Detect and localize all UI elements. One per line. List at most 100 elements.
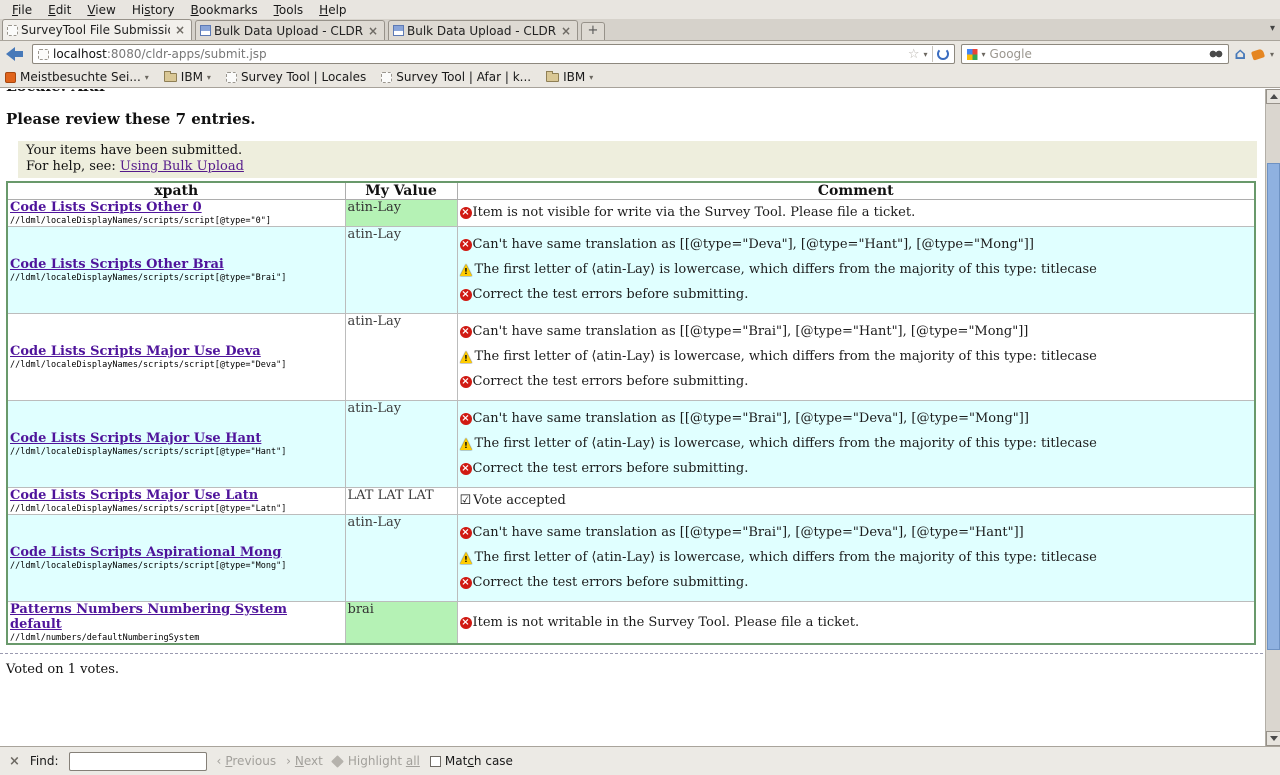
match-case-checkbox[interactable] (430, 756, 441, 767)
search-bar[interactable]: ▾ Google (961, 44, 1229, 64)
cldr-favicon (393, 25, 404, 36)
bookmark-label: Meistbesuchte Sei... (20, 70, 141, 84)
find-next-label: Next (295, 754, 323, 768)
value-cell: atin-Lay (345, 515, 457, 602)
xpath-link[interactable]: Code Lists Scripts Other Brai (10, 257, 224, 272)
tab-close-icon[interactable]: × (366, 24, 380, 38)
table-row: Code Lists Scripts Major Use Deva//ldml/… (7, 314, 1255, 401)
navigation-toolbar: localhost:8080/cldr-apps/submit.jsp ☆ ▾ … (0, 41, 1280, 67)
error-icon: × (460, 577, 472, 589)
bookmark-label: IBM (563, 70, 585, 84)
comment-text: The first letter of ⟨atin-Lay⟩ is lowerc… (475, 550, 1097, 566)
menu-tools[interactable]: Tools (266, 2, 312, 18)
divider (932, 46, 933, 62)
comment-line: ×Correct the test errors before submitti… (460, 374, 1253, 390)
xpath-cell: Code Lists Scripts Aspirational Mong//ld… (7, 515, 345, 602)
bookmark-star-icon[interactable]: ☆ (908, 47, 920, 62)
xpath-string: //ldml/localeDisplayNames/scripts/script… (10, 504, 343, 514)
table-row: Code Lists Scripts Major Use Latn//ldml/… (7, 488, 1255, 515)
tab-1[interactable]: SurveyTool File Submission | ...× (2, 19, 192, 40)
using-bulk-upload-link[interactable]: Using Bulk Upload (120, 159, 244, 174)
search-engine-chevron-icon[interactable]: ▾ (982, 50, 986, 59)
chevron-down-icon: ▾ (207, 73, 211, 82)
scrollbar-thumb[interactable] (1267, 163, 1280, 650)
menu-view[interactable]: View (79, 2, 123, 18)
warning-icon: ! (460, 264, 473, 277)
menu-bookmarks[interactable]: Bookmarks (183, 2, 266, 18)
check-icon: ☑ (460, 493, 472, 508)
xpath-link[interactable]: Code Lists Scripts Major Use Hant (10, 431, 261, 446)
bookmark-survey-tool-locales[interactable]: Survey Tool | Locales (226, 70, 366, 84)
reload-icon[interactable] (937, 48, 949, 60)
error-icon: × (460, 207, 472, 219)
previous-arrow-icon: ‹ (217, 754, 222, 768)
xpath-link[interactable]: Patterns Numbers Numbering System defaul… (10, 602, 287, 632)
xpath-link[interactable]: Code Lists Scripts Major Use Deva (10, 344, 261, 359)
tab-close-icon[interactable]: × (559, 24, 573, 38)
bookmark-ibm[interactable]: IBM▾ (546, 70, 593, 84)
addon-icon[interactable] (1251, 48, 1265, 60)
xpath-link[interactable]: Code Lists Scripts Aspirational Mong (10, 545, 281, 560)
url-bar[interactable]: localhost:8080/cldr-apps/submit.jsp ☆ ▾ (32, 44, 955, 64)
tab-close-icon[interactable]: × (173, 23, 187, 37)
google-engine-icon[interactable] (967, 49, 978, 60)
xpath-cell: Code Lists Scripts Major Use Latn//ldml/… (7, 488, 345, 515)
comment-cell: ×Can't have same translation as [[@type=… (457, 401, 1255, 488)
scroll-up-button[interactable] (1266, 89, 1280, 104)
bookmark-survey-tool-afar-k[interactable]: Survey Tool | Afar | k... (381, 70, 531, 84)
menu-file[interactable]: File (4, 2, 40, 18)
column-header-my-value: My Value (345, 182, 457, 200)
menu-history[interactable]: History (124, 2, 183, 18)
comment-text: Correct the test errors before submittin… (473, 287, 749, 303)
comment-line: ×Correct the test errors before submitti… (460, 461, 1253, 477)
cldr-favicon (200, 25, 211, 36)
find-input[interactable] (69, 752, 207, 771)
down-arrow-icon (1270, 736, 1278, 741)
match-case-toggle[interactable]: Match case (430, 754, 513, 768)
xpath-string: //ldml/localeDisplayNames/scripts/script… (10, 447, 343, 457)
binoculars-search-icon[interactable] (1209, 49, 1223, 59)
find-previous-button[interactable]: ‹Previous (217, 754, 277, 768)
tabs-holder: SurveyTool File Submission | ...×Bulk Da… (2, 19, 581, 40)
xpath-link[interactable]: Code Lists Scripts Major Use Latn (10, 488, 258, 503)
highlight-all-label: Highlight all (348, 754, 420, 768)
highlighter-icon (331, 755, 344, 768)
bookmark-ibm[interactable]: IBM ▾ (164, 70, 211, 84)
scroll-down-button[interactable] (1266, 731, 1280, 746)
find-next-button[interactable]: ›Next (286, 754, 323, 768)
up-arrow-icon (1270, 94, 1278, 99)
tab-3[interactable]: Bulk Data Upload - CLDR - Un...× (388, 20, 578, 40)
bookmark-label: Survey Tool | Locales (241, 70, 366, 84)
comment-cell: ×Item is not writable in the Survey Tool… (457, 602, 1255, 645)
tab-title: SurveyTool File Submission | ... (21, 23, 170, 37)
back-button[interactable] (6, 46, 26, 62)
url-dropdown-chevron-icon[interactable]: ▾ (924, 50, 928, 59)
toolbar-overflow-chevron-icon[interactable]: ▾ (1270, 50, 1274, 59)
highlight-all-button[interactable]: Highlight all (333, 754, 420, 768)
vote-footer: Voted on 1 votes. (6, 662, 1265, 677)
tab-title: Bulk Data Upload - CLDR - Un... (214, 24, 363, 38)
xpath-link[interactable]: Code Lists Scripts Other 0 (10, 200, 202, 215)
comment-line: !The first letter of ⟨atin-Lay⟩ is lower… (460, 262, 1253, 278)
new-tab-button[interactable]: + (581, 22, 605, 40)
menu-edit[interactable]: Edit (40, 2, 79, 18)
bookmarks-toolbar: Meistbesuchte Sei... ▾ IBM ▾ Survey Tool | L… (0, 67, 1280, 88)
home-icon[interactable]: ⌂ (1235, 47, 1246, 61)
vertical-scrollbar[interactable] (1265, 89, 1280, 746)
page-title: Please review these 7 entries. (6, 110, 1265, 128)
bookmark-meistbesuchte-sei[interactable]: Meistbesuchte Sei... ▾ (5, 70, 149, 84)
menu-help[interactable]: Help (311, 2, 354, 18)
tab-2[interactable]: Bulk Data Upload - CLDR - Un...× (195, 20, 385, 40)
chevron-down-icon: ▾ (145, 73, 149, 82)
find-bar: × Find: ‹Previous ›Next Highlight all Ma… (0, 746, 1280, 775)
find-close-icon[interactable]: × (9, 754, 20, 769)
list-all-tabs-chevron-icon[interactable]: ▾ (1270, 23, 1275, 34)
column-header-xpath: xpath (7, 182, 345, 200)
bookmark-label: Survey Tool | Afar | k... (396, 70, 531, 84)
comment-line: ×Can't have same translation as [[@type=… (460, 525, 1253, 541)
comment-line: ×Item is not visible for write via the S… (460, 205, 1253, 221)
error-icon: × (460, 413, 472, 425)
comment-cell: ×Can't have same translation as [[@type=… (457, 515, 1255, 602)
bookmark-label: IBM (181, 70, 203, 84)
url-path: :8080/cldr-apps/submit.jsp (107, 47, 267, 61)
